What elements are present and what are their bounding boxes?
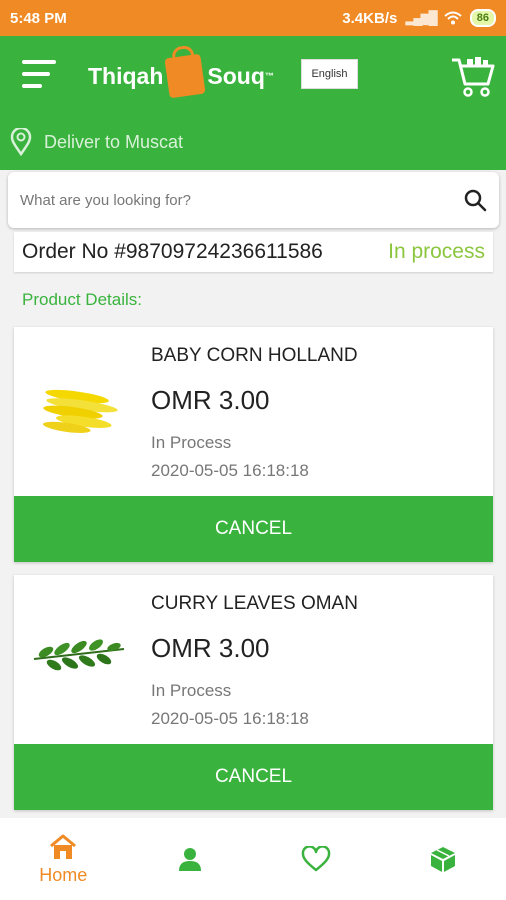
nav-orders[interactable]: [380, 818, 506, 900]
product-name: CURRY LEAVES OMAN: [151, 593, 358, 614]
bottom-navigation: Home: [0, 818, 506, 900]
product-date: 2020-05-05 16:18:18: [151, 709, 309, 728]
product-name: BABY CORN HOLLAND: [151, 345, 358, 366]
order-header: Order No #98709724236611586 In process: [14, 232, 493, 272]
order-status: In process: [388, 240, 485, 263]
order-number: Order No #98709724236611586: [22, 240, 323, 263]
cancel-button[interactable]: CANCEL: [14, 496, 493, 562]
product-details-label: Product Details:: [22, 290, 142, 309]
status-indicators: 3.4KB/s ▂▄▆█ 86: [342, 9, 496, 27]
brand-logo: Thiqah Souq ™: [88, 48, 274, 104]
brand-right: Souq: [207, 62, 265, 89]
curry-leaves-image: [33, 639, 125, 671]
search-bar: [8, 172, 499, 228]
language-button[interactable]: English: [301, 59, 358, 89]
product-date: 2020-05-05 16:18:18: [151, 461, 309, 480]
product-status: In Process: [151, 681, 232, 700]
user-icon: [178, 848, 201, 871]
shopping-bag-icon: [164, 53, 206, 99]
heart-icon: [301, 846, 331, 872]
nav-home-label: Home: [39, 864, 88, 885]
nav-wishlist[interactable]: [253, 818, 380, 900]
product-status: In Process: [151, 433, 232, 452]
search-input[interactable]: [20, 191, 463, 209]
status-time: 5:48 PM: [10, 9, 67, 27]
deliver-location[interactable]: Deliver to Muscat: [0, 114, 506, 170]
product-price: OMR 3.00: [151, 633, 270, 663]
home-icon: [50, 834, 77, 859]
nav-home[interactable]: Home: [0, 818, 127, 900]
status-bar: 5:48 PM 3.4KB/s ▂▄▆█ 86: [0, 0, 506, 36]
signal-icon: ▂▄▆█: [405, 10, 437, 25]
network-speed: 3.4KB/s: [342, 9, 398, 27]
location-pin-icon: [10, 128, 32, 156]
app-header: Thiqah Souq ™ English: [0, 36, 506, 114]
menu-icon[interactable]: [22, 60, 56, 88]
baby-corn-image: [42, 389, 118, 433]
nav-account[interactable]: [127, 818, 254, 900]
search-icon[interactable]: [463, 188, 487, 212]
deliver-label: Deliver to Muscat: [44, 131, 184, 152]
cancel-button[interactable]: CANCEL: [14, 744, 493, 810]
battery-icon: 86: [469, 9, 496, 27]
trademark-mark: ™: [264, 71, 274, 81]
box-icon: [430, 847, 455, 872]
product-price: OMR 3.00: [151, 385, 270, 415]
product-card: BABY CORN HOLLAND OMR 3.00 In Process 20…: [14, 327, 493, 562]
product-card: CURRY LEAVES OMAN OMR 3.00 In Process 20…: [14, 575, 493, 810]
wifi-icon: [444, 11, 462, 25]
brand-left: Thiqah: [88, 62, 164, 89]
cart-icon[interactable]: [450, 54, 496, 98]
